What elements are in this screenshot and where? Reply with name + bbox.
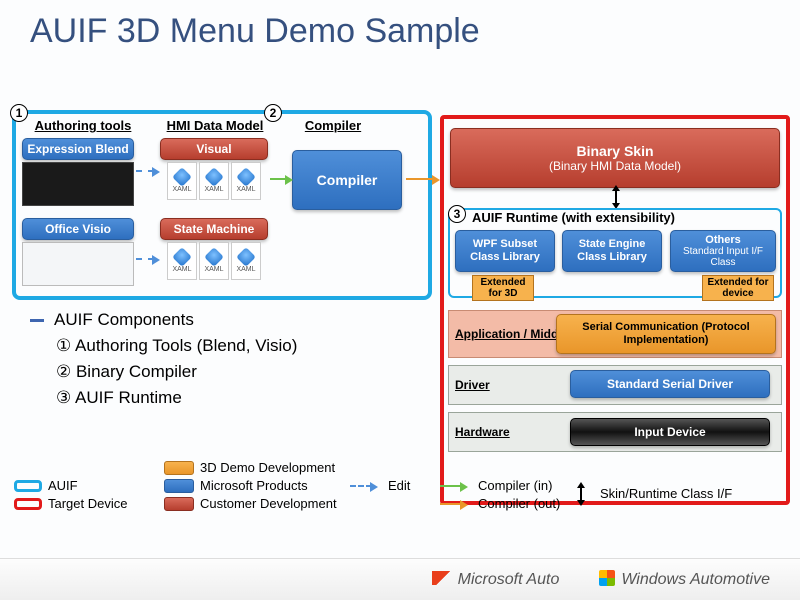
xaml-label: XAML (172, 186, 191, 193)
marker-1: 1 (10, 104, 28, 122)
others-box: Others Standard Input I/F Class (670, 230, 776, 272)
ms-auto-logo: Microsoft Auto (432, 571, 560, 589)
visual-box: Visual (160, 138, 268, 160)
arrow-edit-1 (136, 170, 154, 172)
legend-ms-products: Microsoft Products (164, 478, 308, 493)
bullet-head: AUIF Components (30, 310, 297, 330)
col-authoring-tools: Authoring tools (28, 118, 138, 133)
binary-skin-title: Binary Skin (576, 143, 653, 159)
arrow-edit-2 (136, 258, 154, 260)
legend-compiler-in: Compiler (in) (440, 478, 552, 493)
others-sub: Standard Input I/F Class (671, 246, 775, 268)
arrow-compiler-in (270, 178, 287, 180)
state-engine-box: State Engine Class Library (562, 230, 662, 272)
auif-runtime-label: AUIF Runtime (with extensibility) (472, 210, 675, 225)
footer: Microsoft Auto Windows Automotive (0, 558, 800, 600)
visio-screenshot (22, 242, 134, 286)
bullet-2: ② Binary Compiler (30, 362, 297, 382)
legend-label: Customer Development (200, 496, 337, 511)
slide-title: AUIF 3D Menu Demo Sample (30, 12, 480, 51)
bullet-list: AUIF Components ① Authoring Tools (Blend… (30, 310, 297, 414)
input-device-box: Input Device (570, 418, 770, 446)
marker-2: 2 (264, 104, 282, 122)
legend-target-device: Target Device (14, 496, 127, 511)
legend-label: 3D Demo Development (200, 460, 335, 475)
legend-label: Compiler (in) (478, 478, 552, 493)
office-visio-box: Office Visio (22, 218, 134, 240)
serial-comm-box: Serial Communication (Protocol Implement… (556, 314, 776, 354)
legend-label: Target Device (48, 496, 127, 511)
legend-label: Microsoft Products (200, 478, 308, 493)
xaml-label: XAML (236, 266, 255, 273)
legend-label: Edit (388, 478, 410, 493)
xaml-tiles-state: XAML XAML XAML (164, 242, 264, 280)
legend-edit: Edit (350, 478, 410, 493)
bullet-1: ① Authoring Tools (Blend, Visio) (30, 336, 297, 356)
xaml-label: XAML (204, 186, 223, 193)
binary-skin-box: Binary Skin (Binary HMI Data Model) (450, 128, 780, 188)
legend-customer-dev: Customer Development (164, 496, 337, 511)
binary-skin-sub: (Binary HMI Data Model) (549, 159, 681, 173)
legend-auif: AUIF (14, 478, 78, 493)
slide: { "title": "AUIF 3D Menu Demo Sample", "… (0, 0, 800, 600)
col-compiler: Compiler (288, 118, 378, 133)
xaml-label: XAML (172, 266, 191, 273)
state-machine-box: State Machine (160, 218, 268, 240)
arrow-compiler-out (406, 178, 434, 180)
extended-for-3d-tag: Extended for 3D (472, 275, 534, 301)
bullet-3: ③ AUIF Runtime (30, 388, 297, 408)
compiler-box: Compiler (292, 150, 402, 210)
extended-for-device-tag: Extended for device (702, 275, 774, 301)
blend-screenshot (22, 162, 134, 206)
hardware-label: Hardware (455, 425, 510, 439)
legend-compiler-out: Compiler (out) (440, 496, 560, 511)
wpf-subset-box: WPF Subset Class Library (455, 230, 555, 272)
marker-3: 3 (448, 205, 466, 223)
expression-blend-box: Expression Blend (22, 138, 134, 160)
standard-serial-driver-box: Standard Serial Driver (570, 370, 770, 398)
others-title: Others (705, 234, 740, 246)
legend-label: Skin/Runtime Class I/F (600, 486, 732, 501)
skin-runtime-arrow (615, 190, 617, 204)
legend-3d-demo: 3D Demo Development (164, 460, 335, 475)
windows-automotive-logo: Windows Automotive (599, 570, 770, 589)
xaml-label: XAML (204, 266, 223, 273)
xaml-label: XAML (236, 186, 255, 193)
legend-label: AUIF (48, 478, 78, 493)
col-hmi-data-model: HMI Data Model (160, 118, 270, 133)
driver-label: Driver (455, 378, 490, 392)
legend-label: Compiler (out) (478, 496, 560, 511)
xaml-tiles-visual: XAML XAML XAML (164, 162, 264, 200)
legend-skin-runtime-if: Skin/Runtime Class I/F (580, 486, 732, 501)
